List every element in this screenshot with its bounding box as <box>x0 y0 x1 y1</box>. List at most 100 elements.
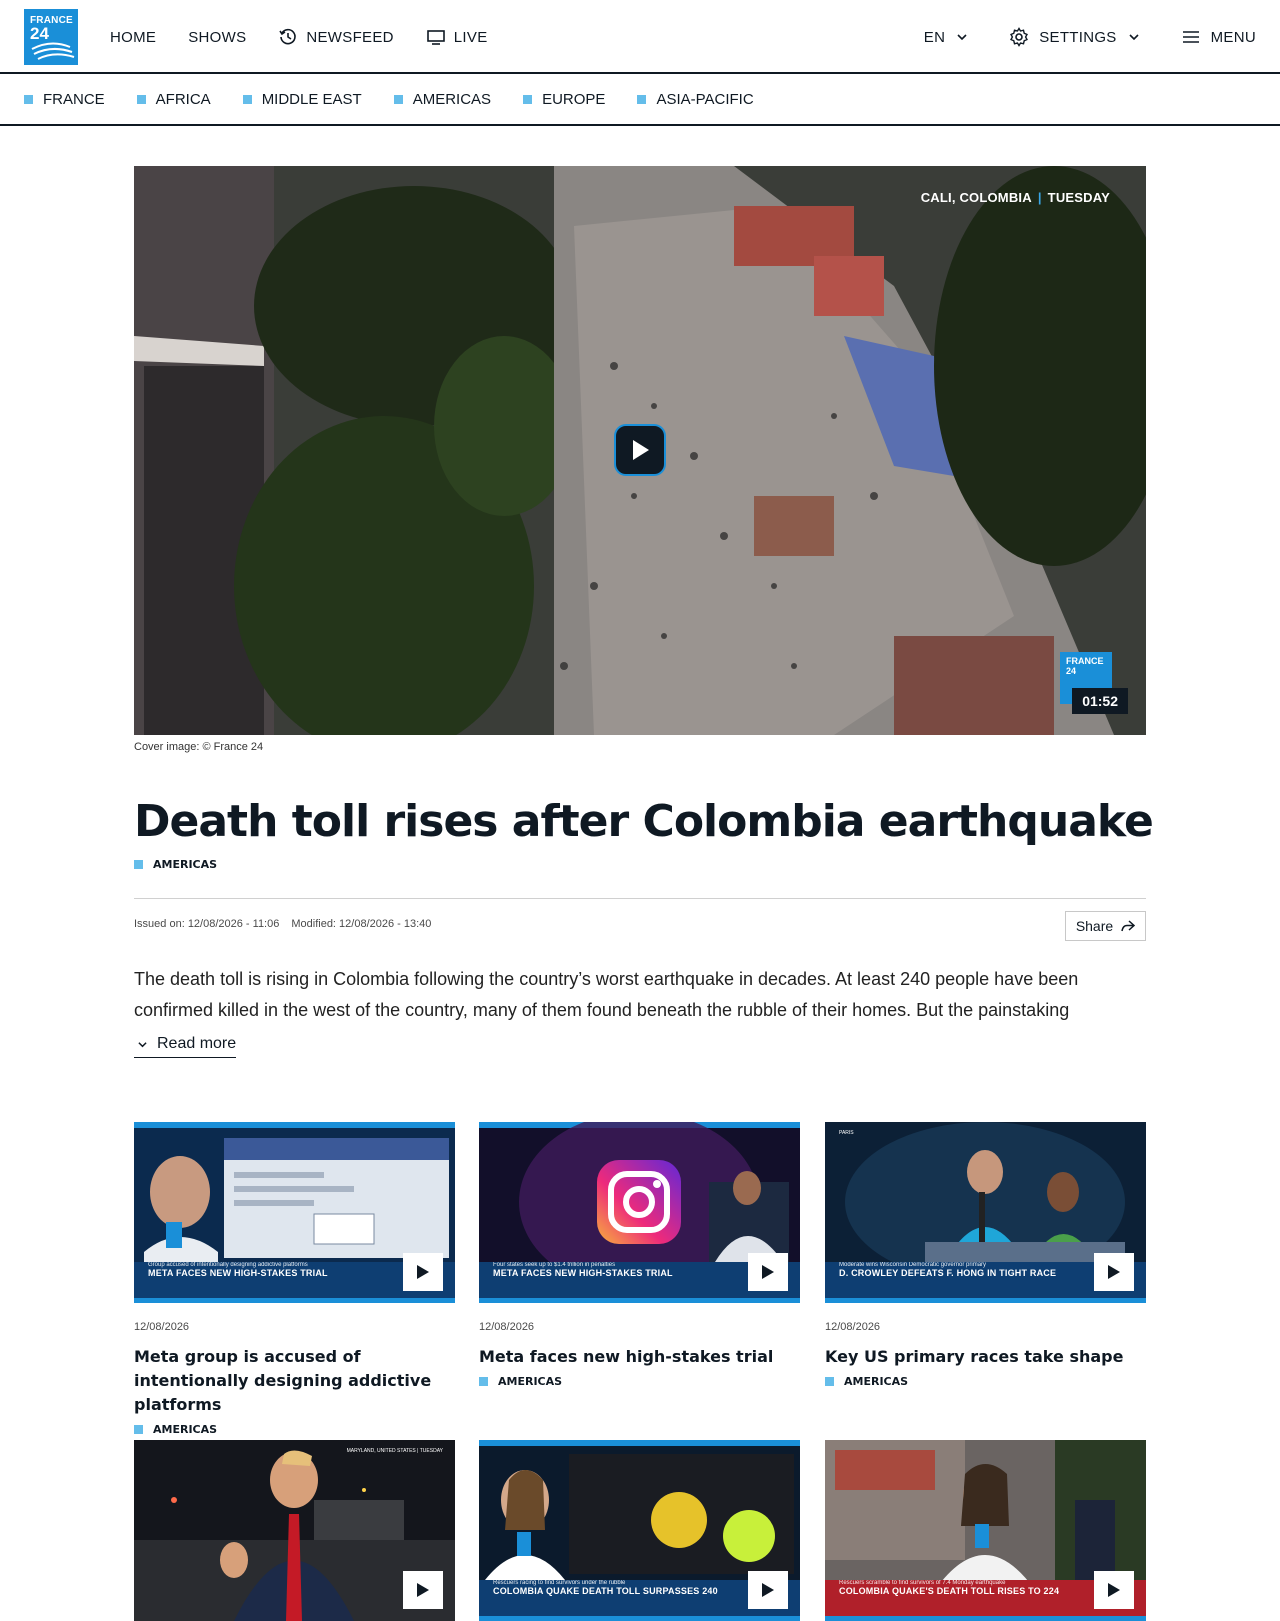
nav-shows[interactable]: SHOWS <box>188 29 246 46</box>
article-region-tag[interactable]: AMERICAS <box>134 858 217 871</box>
settings-dropdown[interactable]: SETTINGS <box>1009 27 1146 47</box>
share-label: Share <box>1075 918 1114 934</box>
video-thumbnail[interactable]: Group accused of intentionally designing… <box>134 1122 455 1303</box>
video-thumbnail[interactable]: Rescuers scramble to find survivors of 7… <box>825 1440 1146 1621</box>
read-more-label: Read more <box>157 1035 237 1052</box>
caption-headline: COLOMBIA QUAKE'S DEATH TOLL RISES TO 224 <box>839 1586 1060 1596</box>
nav-home[interactable]: HOME <box>110 29 156 46</box>
video-thumbnail[interactable]: PARIS Moderate wins Wisconsin Democratic… <box>825 1122 1146 1303</box>
region-europe[interactable]: EUROPE <box>523 91 605 108</box>
play-button[interactable] <box>748 1571 788 1609</box>
video-duration: 01:52 <box>1072 688 1128 714</box>
play-button[interactable] <box>1094 1571 1134 1609</box>
gear-icon <box>1010 27 1029 47</box>
article-title: Death toll rises after Colombia earthqua… <box>134 796 1154 847</box>
caption-subline: Rescuers scramble to find survivors of 7… <box>839 1580 1006 1586</box>
thumbnail-caption: Four states seek up to $1.4 trillion in … <box>493 1262 723 1278</box>
settings-label: SETTINGS <box>1039 28 1117 46</box>
history-icon <box>279 28 297 45</box>
video-card[interactable]: Rescuers scramble to find survivors of 7… <box>825 1440 1146 1621</box>
region-marker <box>523 94 533 104</box>
caption-subline: Rescuers racing to find survivors under … <box>493 1580 626 1586</box>
video-card[interactable]: Four states seek up to $1.4 trillion in … <box>479 1122 800 1388</box>
chevron-down-icon <box>957 34 967 41</box>
caption-subline: Moderate wins Wisconsin Democratic gover… <box>839 1262 987 1268</box>
region-label: AMERICAS <box>412 90 492 108</box>
tag-marker <box>134 860 143 869</box>
divider <box>134 898 1146 899</box>
region-france[interactable]: FRANCE <box>24 91 105 108</box>
language-selector[interactable]: EN <box>924 29 975 46</box>
play-icon <box>633 440 649 460</box>
nav-live-label: LIVE <box>453 28 488 46</box>
top-navigation: FRANCE 24 HOME SHOWS NEWSFEED LIVE EN SE… <box>0 0 1280 74</box>
play-button[interactable] <box>1094 1253 1134 1291</box>
menu-button[interactable]: MENU <box>1181 27 1256 47</box>
card-region-tag[interactable]: AMERICAS <box>134 1423 455 1436</box>
play-icon <box>1108 1583 1120 1597</box>
nav-newsfeed[interactable]: NEWSFEED <box>278 27 393 47</box>
video-thumbnail[interactable]: Rescuers racing to find survivors under … <box>479 1440 800 1621</box>
hero-video-player[interactable]: CALI, COLOMBIA | TUESDAY FRANCE 24 01:52 <box>134 166 1146 735</box>
play-icon <box>417 1265 429 1279</box>
video-thumbnail[interactable]: MARYLAND, UNITED STATES | TUESDAY <box>134 1440 455 1621</box>
video-card[interactable]: MARYLAND, UNITED STATES | TUESDAY <box>134 1440 455 1621</box>
menu-label: MENU <box>1210 28 1256 46</box>
region-marker <box>24 94 33 104</box>
nav-shows-label: SHOWS <box>188 28 247 46</box>
card-region-tag[interactable]: AMERICAS <box>479 1375 800 1388</box>
video-card[interactable]: Rescuers racing to find survivors under … <box>479 1440 800 1621</box>
region-label: AFRICA <box>155 90 211 108</box>
nav-newsfeed-label: NEWSFEED <box>306 28 394 46</box>
card-region-tag[interactable]: AMERICAS <box>825 1375 1146 1388</box>
tag-marker <box>134 1425 143 1434</box>
logo-text-line2: 24 <box>30 24 49 43</box>
region-marker <box>136 94 146 104</box>
caption-headline: D. CROWLEY DEFEATS F. HONG IN TIGHT RACE <box>839 1268 1057 1278</box>
play-button[interactable] <box>614 424 666 476</box>
nav-live[interactable]: LIVE <box>426 27 488 47</box>
card-title[interactable]: Key US primary races take shape <box>825 1345 1146 1369</box>
region-label: ASIA-PACIFIC <box>656 90 754 108</box>
france24-logo[interactable]: FRANCE 24 <box>24 9 78 65</box>
cover-image-credit: Cover image: © France 24 <box>134 741 264 753</box>
caption-subline: Group accused of intentionally designing… <box>148 1262 308 1268</box>
card-title[interactable]: Meta faces new high-stakes trial <box>479 1345 800 1369</box>
chevron-down-icon <box>138 1041 147 1047</box>
video-card[interactable]: Group accused of intentionally designing… <box>134 1122 455 1436</box>
region-label: FRANCE <box>43 90 105 108</box>
card-date: 12/08/2026 <box>825 1321 881 1333</box>
card-date: 12/08/2026 <box>134 1321 190 1333</box>
region-asia-pacific[interactable]: ASIA-PACIFIC <box>637 90 754 108</box>
thumbnail-caption: Rescuers scramble to find survivors of 7… <box>839 1580 1069 1596</box>
play-icon <box>762 1583 774 1597</box>
region-americas[interactable]: AMERICAS <box>393 90 492 108</box>
region-marker <box>637 94 647 104</box>
video-thumbnail[interactable]: Four states seek up to $1.4 trillion in … <box>479 1122 800 1303</box>
tv-icon <box>426 30 445 45</box>
region-middle-east[interactable]: MIDDLE EAST <box>242 91 362 108</box>
region-africa[interactable]: AFRICA <box>136 90 211 108</box>
play-icon <box>762 1265 774 1279</box>
thumbnail-caption: Moderate wins Wisconsin Democratic gover… <box>839 1262 1069 1278</box>
caption-headline: META FACES NEW HIGH-STAKES TRIAL <box>148 1268 328 1278</box>
play-button[interactable] <box>403 1253 443 1291</box>
watermark-line2: 24 <box>1066 666 1077 676</box>
region-marker <box>242 94 252 104</box>
hamburger-icon <box>1182 31 1199 43</box>
tag-label: AMERICAS <box>844 1375 909 1388</box>
tag-marker <box>825 1377 834 1386</box>
card-title[interactable]: Meta group is accused of intentionally d… <box>134 1345 455 1417</box>
play-icon <box>1108 1265 1120 1279</box>
article-lead: The death toll is rising in Colombia fol… <box>134 969 1079 1020</box>
play-button[interactable] <box>403 1571 443 1609</box>
play-button[interactable] <box>748 1253 788 1291</box>
video-card[interactable]: PARIS Moderate wins Wisconsin Democratic… <box>825 1122 1146 1388</box>
read-more-link[interactable]: Read more <box>134 1034 237 1058</box>
share-button[interactable]: Share <box>1065 911 1146 941</box>
caption-headline: COLOMBIA QUAKE DEATH TOLL SURPASSES 240 <box>493 1586 718 1596</box>
tag-marker <box>479 1377 488 1386</box>
tag-label: AMERICAS <box>153 1423 218 1436</box>
thumbnail-caption: Rescuers racing to find survivors under … <box>493 1580 723 1596</box>
language-label: EN <box>923 28 946 46</box>
